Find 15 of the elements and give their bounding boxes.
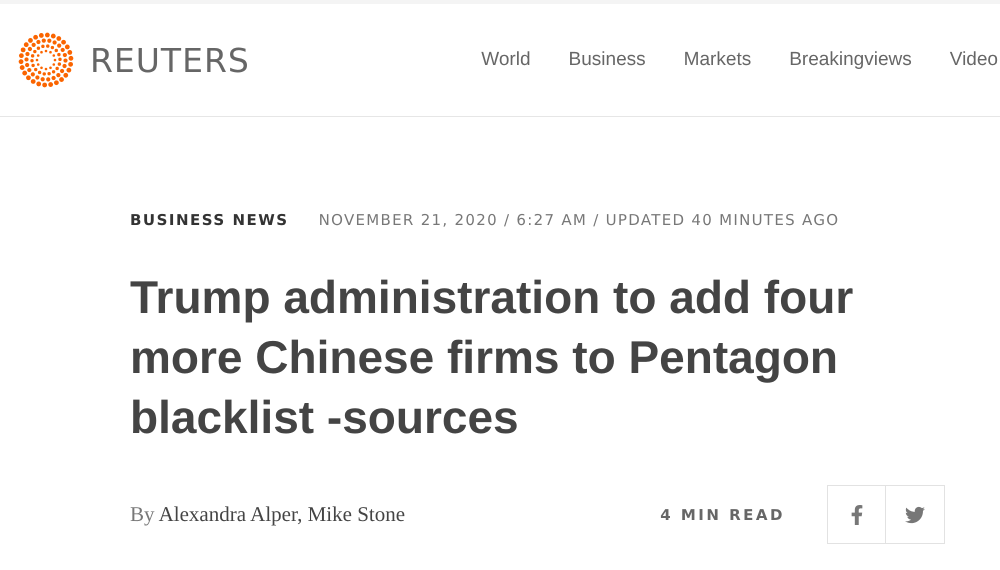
nav-link[interactable]: Breakingviews xyxy=(789,49,912,71)
twitter-share-button[interactable] xyxy=(886,485,945,544)
bird-icon xyxy=(905,504,925,524)
nav-link[interactable]: Video xyxy=(950,49,998,71)
facebook-share-button[interactable] xyxy=(827,485,886,544)
nav-link[interactable]: Business xyxy=(568,49,646,71)
logo-icon xyxy=(16,30,76,90)
read-time: 4 MIN READ xyxy=(660,506,785,524)
logo-text: REUTERS xyxy=(90,40,250,80)
dateline: NOVEMBER 21, 2020 / 6:27 AM / UPDATED 40 MINUTES AGO xyxy=(318,211,840,229)
nav-link[interactable]: World xyxy=(481,49,531,71)
section-label: BUSINESS NEWS xyxy=(130,211,289,229)
byline: By Alexandra Alper, Mike Stone xyxy=(130,502,406,527)
headline: Trump administration to add four more Chinese firms to Pentagon blacklist -sources xyxy=(130,270,854,445)
nav-link[interactable]: Markets xyxy=(684,49,752,71)
